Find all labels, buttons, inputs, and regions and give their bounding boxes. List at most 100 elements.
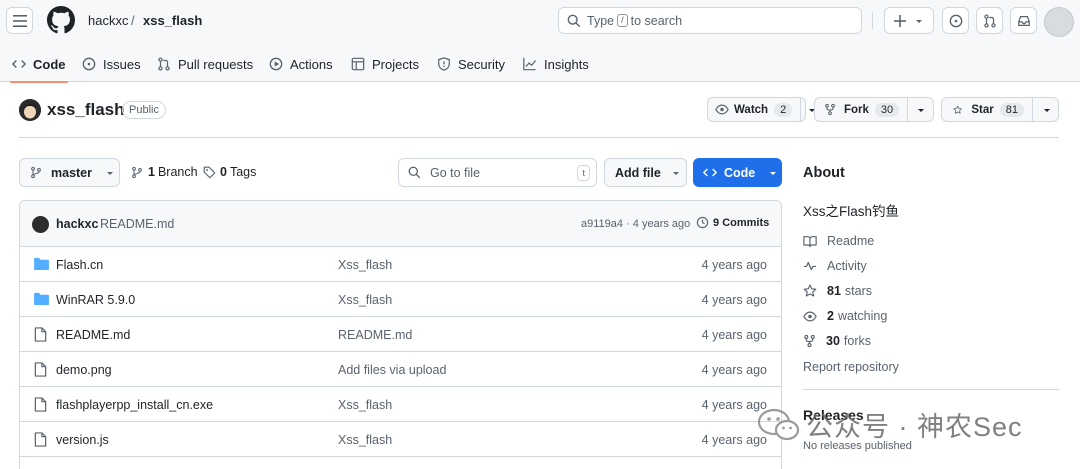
star-button[interactable]: Star 81 <box>941 97 1059 122</box>
file-date: 4 years ago <box>701 258 767 272</box>
tag-icon <box>203 166 216 178</box>
stars-link[interactable]: 81 stars <box>803 284 872 298</box>
search-shortcut-key: / <box>617 14 628 27</box>
pull-requests-button[interactable] <box>976 7 1003 34</box>
file-name[interactable]: version.js <box>56 433 109 447</box>
file-row[interactable]: version.js Xss_flash 4 years ago <box>20 422 781 457</box>
branches-link[interactable]: 1 Branch <box>131 165 198 179</box>
file-name[interactable]: demo.png <box>56 363 112 377</box>
watch-button[interactable]: Watch 2 <box>707 97 816 122</box>
tab-code[interactable]: Code <box>10 46 67 83</box>
issue-icon <box>949 14 962 27</box>
pull-request-icon <box>983 13 996 28</box>
chevron-down-icon <box>107 171 113 175</box>
commits-label: Commits <box>722 216 770 229</box>
star-icon <box>803 284 817 297</box>
shield-icon <box>438 57 450 71</box>
branch-count: 1 <box>148 165 155 179</box>
stars-label: stars <box>844 284 872 298</box>
commits-count: 9 <box>713 216 720 229</box>
history-icon <box>696 216 709 229</box>
pull-request-icon <box>158 57 170 71</box>
global-search-input[interactable]: Type / to search <box>558 7 862 34</box>
tags-link[interactable]: 0 Tags <box>203 165 256 179</box>
file-name[interactable]: WinRAR 5.9.0 <box>56 293 135 307</box>
graph-icon <box>523 57 537 71</box>
tab-actions[interactable]: Actions <box>269 46 333 82</box>
add-file-button[interactable]: Add file <box>604 158 687 187</box>
folder-icon <box>34 292 49 305</box>
readme-link[interactable]: Readme <box>803 234 874 248</box>
watch-label: Watch <box>734 103 769 116</box>
github-logo-icon[interactable] <box>47 6 75 34</box>
file-row[interactable]: README.md README.md 4 years ago <box>20 317 781 352</box>
commits-link[interactable]: 9 Commits <box>696 216 769 229</box>
file-row[interactable]: WinRAR 5.9.0 Xss_flash 4 years ago <box>20 282 781 317</box>
tag-count: 0 <box>220 165 227 179</box>
commit-message[interactable]: README.md <box>100 217 174 231</box>
code-button[interactable]: Code <box>693 158 782 187</box>
breadcrumb-repo[interactable]: xss_flash <box>143 13 202 28</box>
repo-title[interactable]: xss_flash <box>47 100 125 120</box>
commit-sha-time[interactable]: a9119a4 · 4 years ago <box>581 218 690 230</box>
fork-button[interactable]: Fork 30 <box>814 97 934 122</box>
file-name[interactable]: Flash.cn <box>56 258 103 272</box>
forks-link[interactable]: 30 forks <box>803 334 871 348</box>
file-row[interactable]: Flash.cn Xss_flash 4 years ago <box>20 247 781 282</box>
file-row[interactable]: flashplayerpp_install_cn.exe Xss_flash 4… <box>20 387 781 422</box>
forks-label: forks <box>843 334 871 348</box>
search-hint-prefix: Type <box>587 13 615 28</box>
file-date: 4 years ago <box>701 328 767 342</box>
repo-owner-avatar[interactable] <box>19 99 41 121</box>
tab-insights[interactable]: Insights <box>522 46 589 82</box>
pulse-icon <box>803 261 817 271</box>
branch-label: Branch <box>157 165 198 179</box>
watch-count: 2 <box>774 102 793 117</box>
star-dropdown[interactable] <box>1032 98 1061 121</box>
tab-issues[interactable]: Issues <box>82 46 141 82</box>
inbox-icon <box>1017 15 1030 26</box>
activity-link[interactable]: Activity <box>803 259 867 273</box>
code-icon <box>12 60 26 68</box>
user-avatar[interactable] <box>1044 7 1074 37</box>
tab-label: Projects <box>372 56 419 72</box>
watchers-link[interactable]: 2 watching <box>803 309 887 323</box>
file-icon <box>34 432 47 447</box>
latest-commit-bar: hackxc README.md a9119a4 · 4 years ago 9… <box>20 201 781 247</box>
file-commit-message[interactable]: Xss_flash <box>338 293 392 307</box>
menu-button[interactable] <box>6 7 33 34</box>
file-name[interactable]: flashplayerpp_install_cn.exe <box>56 398 213 412</box>
create-new-button[interactable] <box>884 7 934 34</box>
search-icon <box>567 14 581 27</box>
watermark: 公众号 · 神农Sec <box>758 405 1023 444</box>
tab-label: Actions <box>290 56 333 72</box>
tab-projects[interactable]: Projects <box>351 46 419 82</box>
file-commit-message[interactable]: Add files via upload <box>338 363 446 377</box>
file-commit-message[interactable]: Xss_flash <box>338 258 392 272</box>
go-to-file-input[interactable]: Go to file t <box>398 158 597 187</box>
breadcrumb-owner[interactable]: hackxc <box>88 13 128 28</box>
issue-icon <box>82 57 96 71</box>
fork-dropdown[interactable] <box>907 98 934 121</box>
code-icon <box>703 168 717 177</box>
file-date: 4 years ago <box>701 293 767 307</box>
repo-header-divider <box>19 137 1059 138</box>
commit-author[interactable]: hackxc <box>56 217 98 231</box>
file-commit-message[interactable]: Xss_flash <box>338 433 392 447</box>
search-hint-suffix: to search <box>630 13 683 28</box>
inbox-button[interactable] <box>1010 7 1037 34</box>
file-commit-message[interactable]: README.md <box>338 328 412 342</box>
chevron-down-icon <box>916 19 922 23</box>
report-repository-link[interactable]: Report repository <box>803 360 899 374</box>
tab-security[interactable]: Security <box>437 46 505 82</box>
commit-author-avatar[interactable] <box>32 216 49 233</box>
branch-icon <box>31 166 41 179</box>
file-row[interactable]: demo.png Add files via upload 4 years ag… <box>20 352 781 387</box>
file-commit-message[interactable]: Xss_flash <box>338 398 392 412</box>
file-name[interactable]: README.md <box>56 328 130 342</box>
code-button-label: Code <box>724 165 756 180</box>
eye-icon <box>715 104 729 115</box>
issues-button[interactable] <box>942 7 969 34</box>
branch-selector[interactable]: master <box>19 158 120 187</box>
tab-pull-requests[interactable]: Pull requests <box>157 46 253 82</box>
